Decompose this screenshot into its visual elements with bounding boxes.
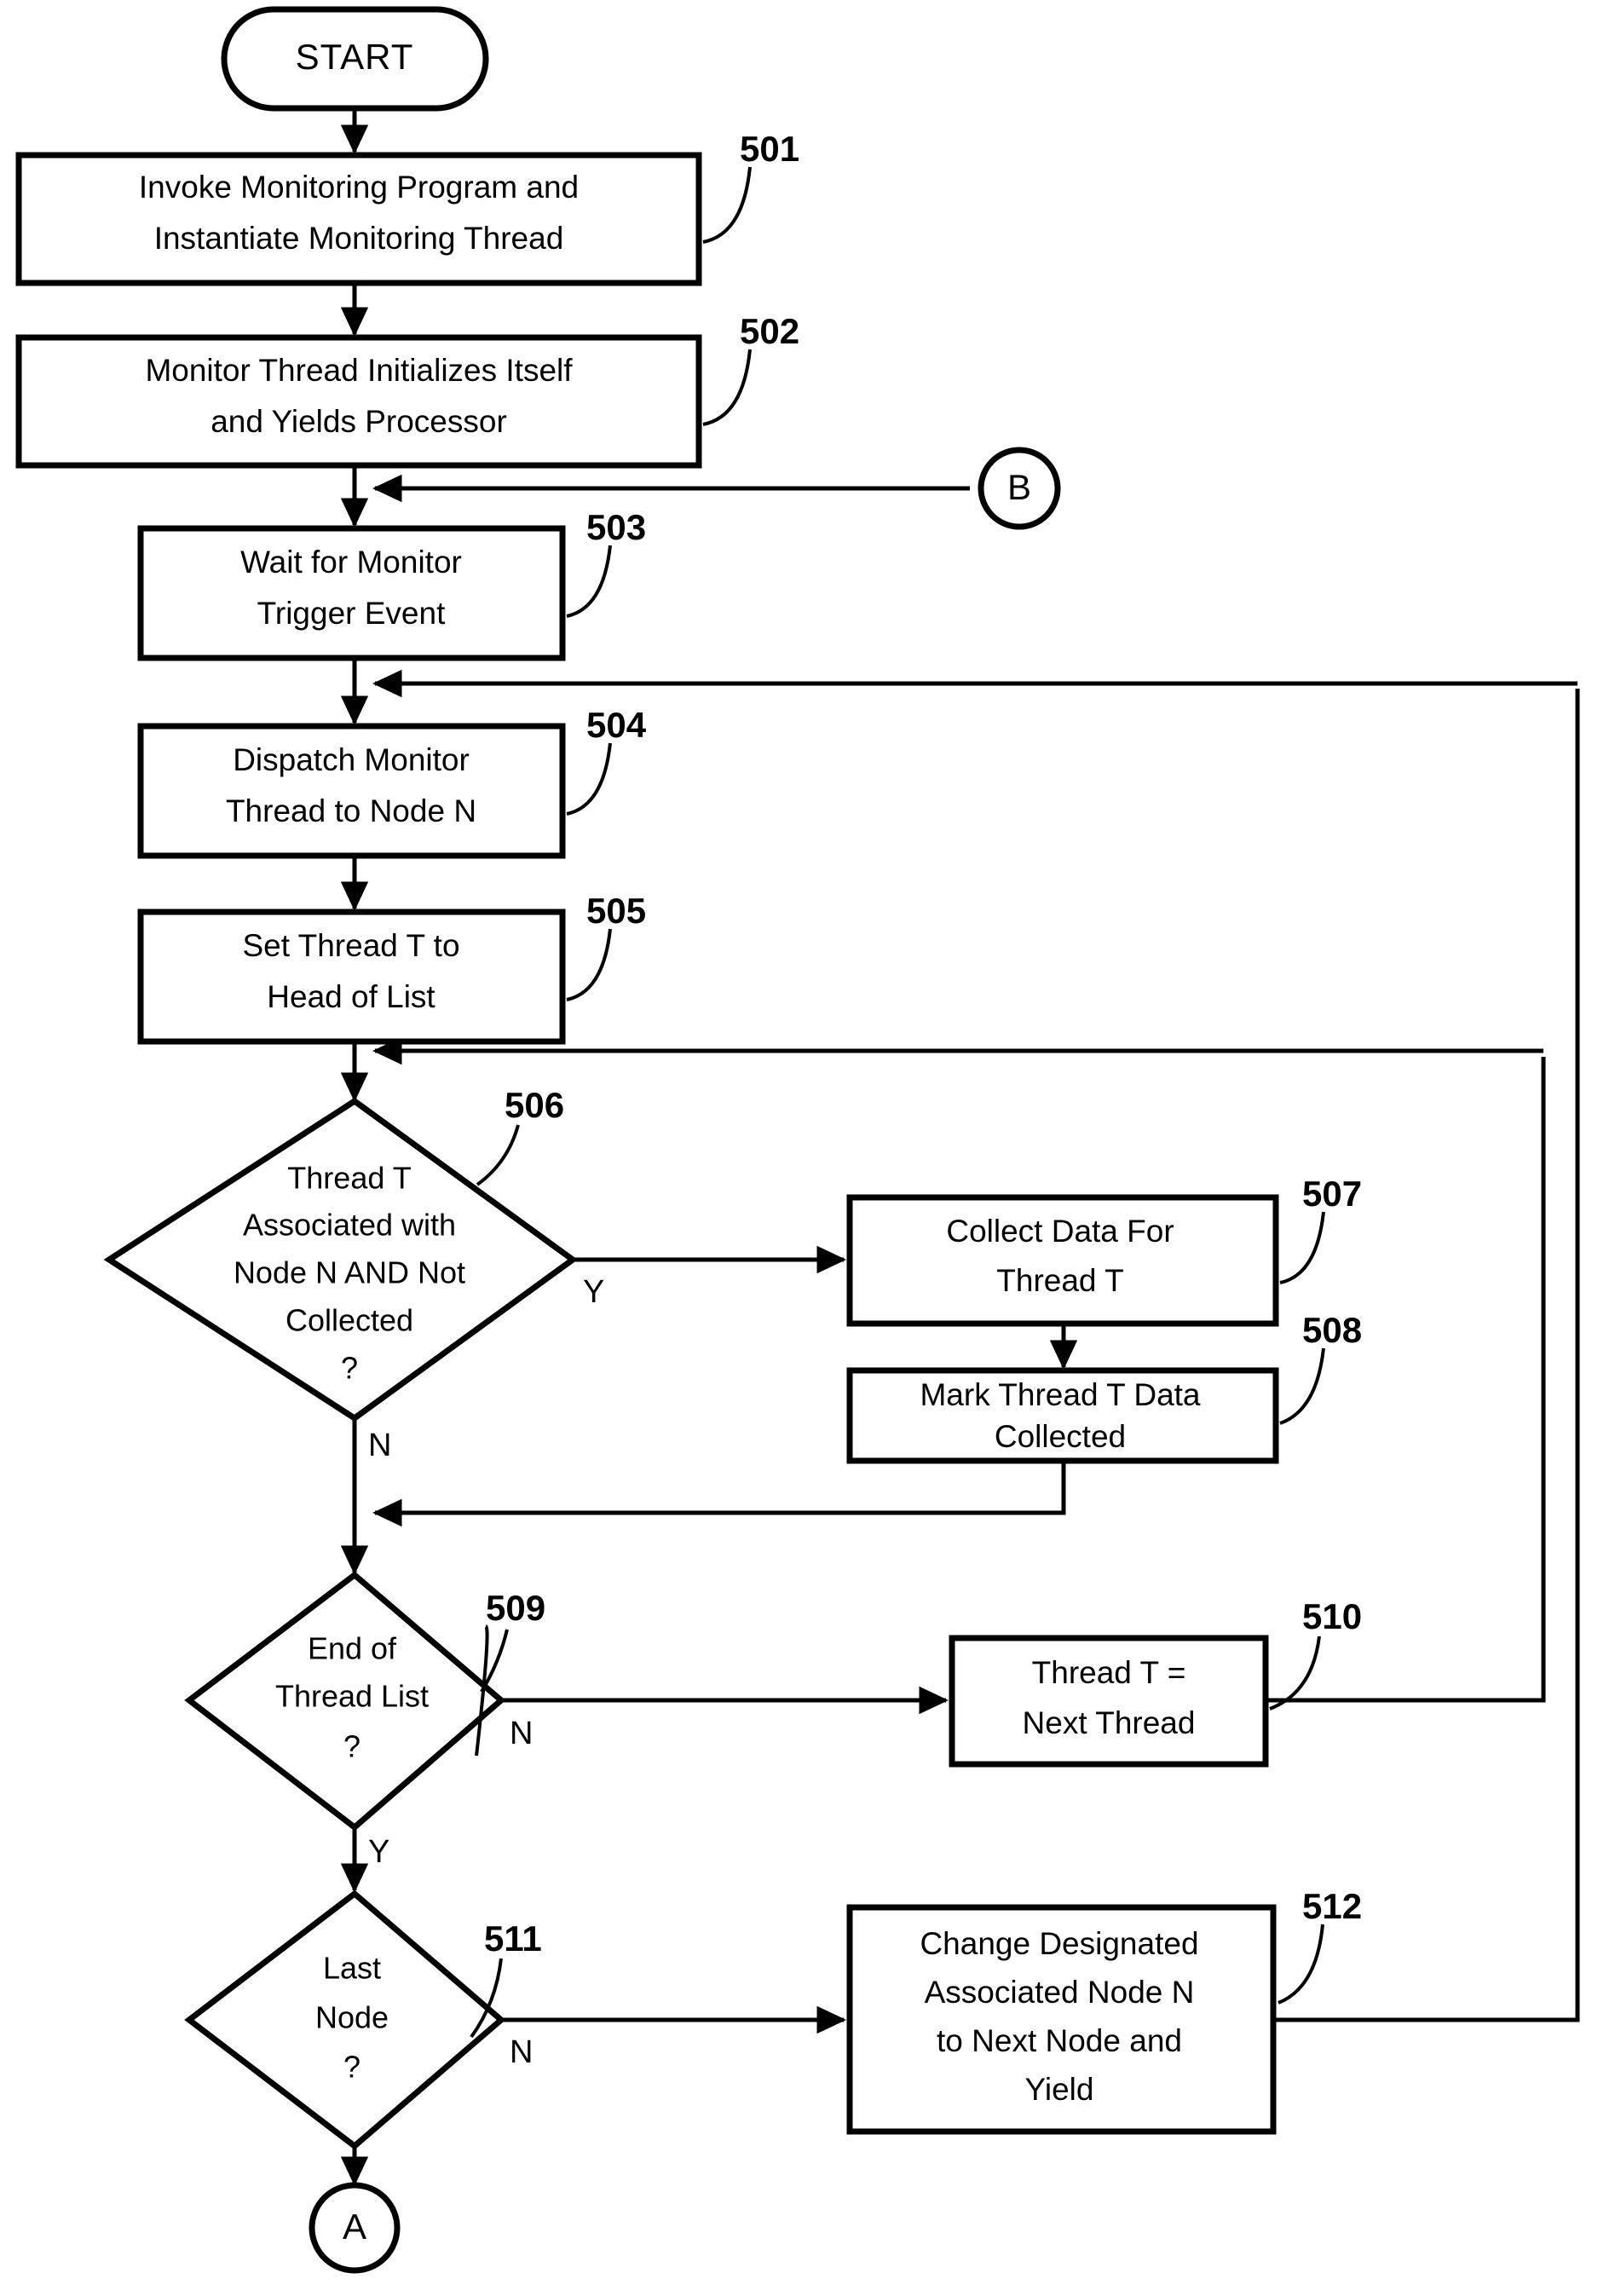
ref-509-label: 509 — [486, 1588, 545, 1628]
node-503-line-1: Wait for Monitor — [240, 545, 462, 580]
node-509-line-2: Thread List — [275, 1679, 429, 1714]
node-507-line-1: Collect Data For — [946, 1214, 1174, 1249]
ref-508: 508 — [1279, 1310, 1362, 1425]
node-506-line-4: Collected — [286, 1303, 413, 1338]
node-504-line-1: Dispatch Monitor — [233, 742, 470, 777]
node-connector-b[interactable]: B — [978, 447, 1061, 530]
node-512[interactable]: Change Designated Associated Node N to N… — [846, 1904, 1277, 2135]
node-511-line-1: Last — [323, 1951, 381, 1986]
ref-506-label: 506 — [505, 1085, 564, 1125]
branch-506-no: N — [368, 1428, 391, 1463]
connector-a-label: A — [343, 2207, 366, 2247]
node-502-line-2: and Yields Processor — [211, 404, 507, 439]
ref-507-label: 507 — [1302, 1174, 1362, 1214]
node-503-line-2: Trigger Event — [257, 596, 446, 631]
edge-512-loop-up — [1270, 689, 1580, 2022]
ref-504: 504 — [566, 705, 647, 816]
ref-512-label: 512 — [1302, 1886, 1362, 1926]
node-510-line-2: Next Thread — [1023, 1705, 1196, 1740]
ref-507: 507 — [1279, 1174, 1362, 1284]
node-507-line-2: Thread T — [996, 1263, 1123, 1298]
ref-504-label: 504 — [586, 705, 647, 745]
node-505-line-2: Head of List — [267, 979, 435, 1014]
ref-503: 503 — [566, 507, 646, 618]
node-connector-a[interactable]: A — [309, 2182, 401, 2274]
ref-510: 510 — [1269, 1596, 1362, 1710]
ref-501: 501 — [702, 129, 799, 244]
ref-506: 506 — [476, 1085, 564, 1186]
ref-512: 512 — [1278, 1886, 1362, 2005]
node-509[interactable]: End of Thread List ? — [184, 1571, 506, 1832]
branch-509-no: N — [510, 1716, 533, 1751]
node-501-line-1: Invoke Monitoring Program and — [139, 170, 579, 205]
node-511-line-3: ? — [343, 2050, 360, 2085]
ref-501-label: 501 — [740, 129, 799, 169]
connector-b-label: B — [1007, 467, 1031, 507]
ref-511-label: 511 — [484, 1918, 542, 1959]
node-506[interactable]: Thread T Associated with Node N AND Not … — [103, 1097, 578, 1422]
ref-510-label: 510 — [1302, 1596, 1362, 1636]
node-501[interactable]: Invoke Monitoring Program and Instantiat… — [15, 152, 702, 286]
node-504[interactable]: Dispatch Monitor Thread to Node N — [137, 723, 566, 859]
ref-502: 502 — [702, 311, 799, 426]
node-507[interactable]: Collect Data For Thread T — [846, 1194, 1279, 1327]
node-501-line-2: Instantiate Monitoring Thread — [154, 221, 564, 256]
node-506-line-1: Thread T — [287, 1161, 411, 1196]
ref-508-label: 508 — [1302, 1310, 1362, 1350]
node-509-line-1: End of — [308, 1631, 397, 1666]
node-508[interactable]: Mark Thread T Data Collected — [846, 1367, 1279, 1464]
node-504-line-2: Thread to Node N — [226, 793, 476, 828]
branch-511-no: N — [510, 2034, 533, 2070]
node-512-line-2: Associated Node N — [925, 1975, 1195, 2010]
node-506-line-3: Node N AND Not — [234, 1255, 465, 1290]
node-505[interactable]: Set Thread T to Head of List — [137, 909, 566, 1045]
flowchart-svg: START Invoke Monitoring Program and Inst… — [15, 6, 1580, 2274]
branch-506-yes: Y — [583, 1274, 604, 1310]
node-509-line-3: ? — [343, 1729, 360, 1764]
edge-508-to-main-trunk — [372, 1459, 1066, 1527]
node-506-line-5: ? — [341, 1351, 358, 1386]
node-508-line-1: Mark Thread T Data — [920, 1377, 1200, 1412]
node-512-line-4: Yield — [1025, 2072, 1094, 2107]
node-512-line-3: to Next Node and — [937, 2023, 1182, 2058]
node-510[interactable]: Thread T = Next Thread — [949, 1635, 1269, 1768]
node-start[interactable]: START — [221, 6, 489, 112]
node-508-line-2: Collected — [995, 1419, 1126, 1454]
ref-505-label: 505 — [586, 891, 646, 931]
node-510-line-1: Thread T = — [1032, 1655, 1186, 1690]
ref-503-label: 503 — [586, 507, 646, 547]
node-512-line-1: Change Designated — [920, 1926, 1198, 1961]
node-502[interactable]: Monitor Thread Initializes Itself and Yi… — [15, 334, 702, 469]
ref-502-label: 502 — [740, 311, 799, 351]
node-506-line-2: Associated with — [243, 1208, 456, 1243]
node-511[interactable]: Last Node ? — [184, 1889, 506, 2150]
ref-505: 505 — [566, 891, 646, 1001]
node-505-line-1: Set Thread T to — [242, 928, 459, 963]
node-502-line-1: Monitor Thread Initializes Itself — [145, 353, 573, 388]
start-label: START — [296, 37, 414, 77]
branch-509-yes: Y — [368, 1834, 389, 1870]
node-511-line-2: Node — [315, 2000, 389, 2035]
flowchart-canvas: START Invoke Monitoring Program and Inst… — [0, 0, 1615, 2296]
node-503[interactable]: Wait for Monitor Trigger Event — [137, 525, 566, 661]
